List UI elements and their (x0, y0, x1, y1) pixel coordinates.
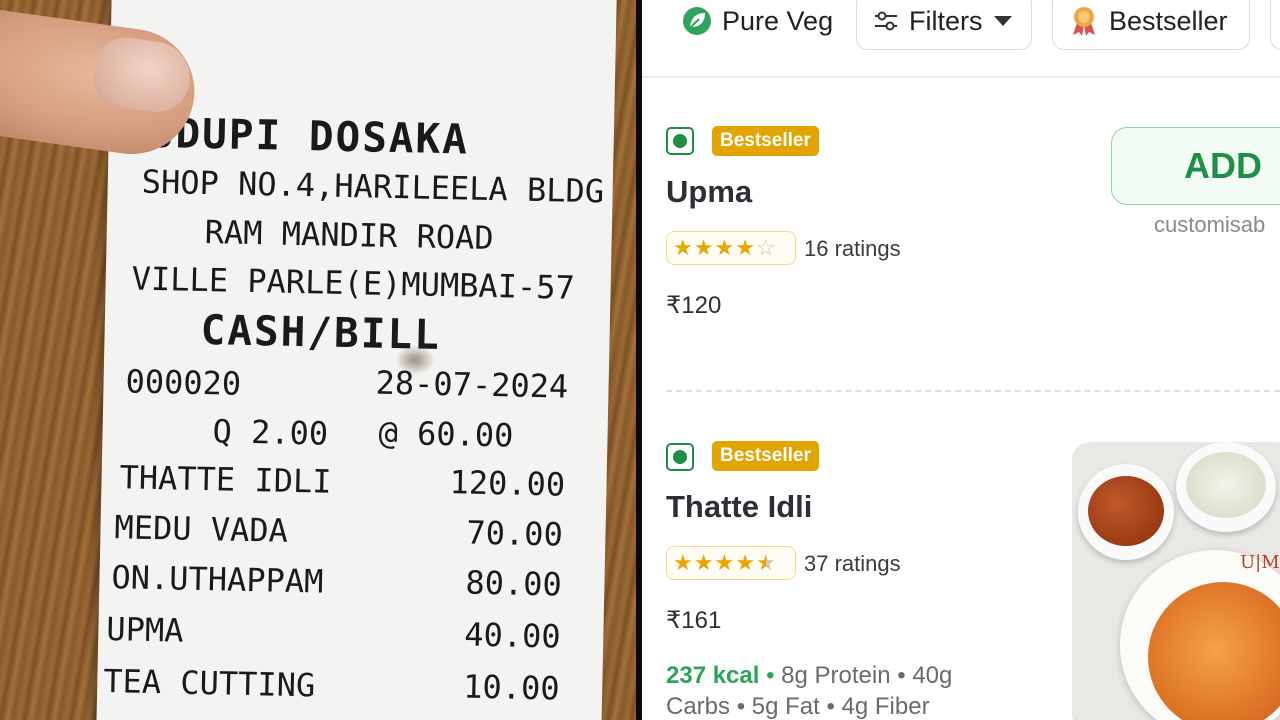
star-empty-icon: ☆ (755, 235, 776, 260)
bestseller-badge: Bestseller (712, 126, 819, 156)
receipt-item-name: TEA CUTTING (102, 661, 316, 705)
filters-label: Filters (909, 5, 983, 36)
add-button[interactable]: ADD (1111, 127, 1280, 205)
ratings-count: 37 ratings (804, 551, 901, 576)
veg-indicator-icon (666, 127, 694, 155)
more-filter-chip[interactable] (1270, 0, 1280, 50)
calories: 237 kcal (666, 662, 760, 689)
pure-veg-label: Pure Veg (722, 5, 834, 36)
item-price: ₹120 (666, 292, 722, 319)
receipt-item-name: ON.UTHAPPAM (111, 558, 324, 601)
receipt-address-line3: VILLE PARLE(E)MUMBAI-57 (131, 259, 576, 307)
plate-logo: U|M (1240, 552, 1280, 573)
receipt-address-line2: RAM MANDIR ROAD (204, 213, 495, 258)
receipt-bill-number: 000020 (125, 362, 242, 403)
item-separator (666, 390, 1280, 392)
nutrition-macros-line2: Carbs • 5g Fat • 4g Fiber (666, 693, 930, 720)
bestseller-filter-button[interactable]: Bestseller (1052, 0, 1250, 50)
receipt-item-name: MEDU VADA (114, 508, 289, 550)
receipt-item-amount: 70.00 (466, 513, 564, 554)
item-name[interactable]: Upma (666, 174, 752, 210)
veg-indicator-icon (666, 443, 694, 471)
bestseller-badge: Bestseller (712, 441, 819, 471)
rating-stars: ★ ★ ★ ★ ★ (666, 546, 796, 580)
filters-button[interactable]: Filters (856, 0, 1032, 50)
receipt-rate: @ 60.00 (378, 413, 514, 455)
star-icon: ★ (673, 550, 693, 575)
star-icon: ★ (673, 235, 693, 260)
bullet-separator: • (766, 662, 775, 689)
filter-bar: Pure Veg Filters Bestseller (642, 0, 1280, 78)
sliders-icon (873, 9, 899, 33)
receipt-item-amount: 120.00 (449, 463, 566, 504)
nutrition-info: 237 kcal • 8g Protein • 40g Carbs • 5g F… (666, 660, 1026, 720)
star-icon: ★ (714, 235, 735, 260)
receipt-item-amount: 80.00 (465, 563, 563, 604)
star-icon: ★ (693, 235, 714, 260)
award-icon (1069, 5, 1099, 37)
receipt-item-amount: 40.00 (463, 615, 562, 656)
item-photo[interactable]: U|M (1072, 442, 1280, 720)
ratings-count: 16 ratings (804, 236, 901, 261)
receipt-item-name: THATTE IDLI (119, 458, 332, 501)
star-icon: ★ (693, 550, 714, 575)
receipt-photo: UDUPI DOSAKA SHOP NO.4,HARILEELA BLDG RA… (0, 0, 636, 720)
receipt-address-line1: SHOP NO.4,HARILEELA BLDG (141, 162, 605, 211)
receipt-restaurant-name: UDUPI DOSAKA (148, 108, 470, 164)
paper-hole (395, 345, 435, 375)
star-icon: ★ (735, 235, 755, 260)
food-app-screen: Pure Veg Filters Bestseller Bestseller U… (642, 0, 1280, 720)
customisable-label: customisab (1154, 212, 1266, 237)
receipt-item-amount: 10.00 (462, 667, 560, 708)
star-icon: ★ (714, 550, 735, 575)
star-half-icon: ★ (755, 550, 776, 575)
rating-stars: ★ ★ ★ ★ ☆ (666, 231, 796, 265)
receipt-quantity: Q 2.00 (212, 412, 329, 453)
star-icon: ★ (735, 550, 755, 575)
leaf-icon (682, 6, 712, 36)
chutney-bowl-white (1176, 442, 1276, 532)
item-name[interactable]: Thatte Idli (666, 489, 812, 525)
receipt-item-name: UPMA (106, 610, 184, 650)
chutney-bowl-red (1078, 464, 1174, 560)
nutrition-macros-line1: 8g Protein • 40g (781, 662, 953, 689)
caret-down-icon (993, 15, 1013, 27)
bestseller-filter-label: Bestseller (1109, 5, 1228, 36)
pure-veg-toggle[interactable]: Pure Veg (682, 0, 850, 50)
plate-with-idli (1120, 550, 1280, 720)
item-price: ₹161 (666, 607, 722, 634)
